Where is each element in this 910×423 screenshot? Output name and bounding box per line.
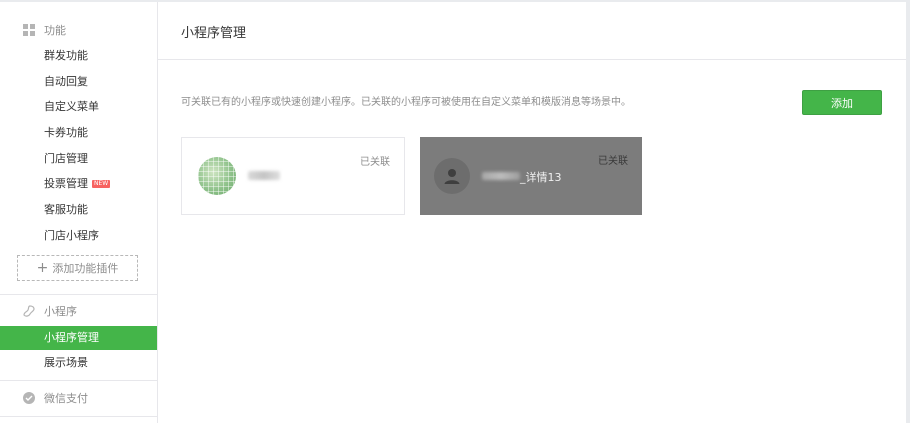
sidebar-item-label: 小程序管理 (44, 331, 99, 344)
sidebar-item-display-scenes[interactable]: 展示场景 (0, 351, 157, 375)
sidebar-divider (0, 416, 157, 417)
sidebar-item-label: 门店管理 (44, 152, 88, 165)
title-divider (158, 59, 906, 60)
miniprogram-group-header: 小程序 (22, 301, 77, 321)
miniprogram-card-selected[interactable]: _详情13 已关联 (420, 137, 642, 215)
sidebar-item-auto-reply[interactable]: 自动回复 (0, 70, 157, 94)
app-window: 功能 群发功能 自动回复 自定义菜单 卡券功能 门店管理 投票管理 NEW 客服功… (0, 2, 906, 423)
new-badge: NEW (92, 180, 111, 188)
sidebar-item-label: 卡券功能 (44, 126, 88, 139)
page-description: 可关联已有的小程序或快速创建小程序。已关联的小程序可被使用在自定义菜单和模版消息… (181, 97, 631, 108)
sidebar-divider (0, 294, 157, 295)
person-icon (434, 158, 470, 194)
wechat-pay-icon (22, 391, 36, 405)
add-button[interactable]: 添加 (802, 90, 882, 115)
sidebar-item-label: 客服功能 (44, 203, 88, 216)
sidebar-item-label: 群发功能 (44, 49, 88, 62)
miniprogram-group-label: 小程序 (44, 305, 77, 318)
sidebar-item-custom-menu[interactable]: 自定义菜单 (0, 95, 157, 119)
blurred-name (482, 172, 520, 180)
sidebar-item-label: 门店小程序 (44, 229, 99, 242)
main-content: 小程序管理 可关联已有的小程序或快速创建小程序。已关联的小程序可被使用在自定义菜… (158, 2, 906, 423)
miniprogram-name: _详情13 (520, 171, 562, 184)
sidebar-item-store-management[interactable]: 门店管理 (0, 147, 157, 171)
sidebar-item-customer-service[interactable]: 客服功能 (0, 198, 157, 222)
sidebar-item-miniprogram-management[interactable]: 小程序管理 (0, 326, 157, 350)
wechat-pay-label: 微信支付 (44, 392, 88, 405)
miniprogram-card[interactable]: 已关联 (181, 137, 405, 215)
page-title: 小程序管理 (181, 26, 247, 41)
sidebar-divider (0, 380, 157, 381)
sidebar-item-vote-management[interactable]: 投票管理 NEW (0, 172, 157, 196)
status-label: 已关联 (598, 156, 628, 167)
sidebar-item-label: 展示场景 (44, 356, 88, 369)
sidebar-item-label: 投票管理 (44, 177, 88, 190)
blurred-name (248, 171, 280, 180)
sidebar: 功能 群发功能 自动回复 自定义菜单 卡券功能 门店管理 投票管理 NEW 客服功… (0, 2, 158, 423)
add-plugin-label: 添加功能插件 (52, 262, 119, 275)
plus-icon: + (36, 260, 49, 276)
grid-icon (22, 23, 36, 37)
status-label: 已关联 (360, 157, 390, 168)
features-group-header: 功能 (22, 20, 66, 40)
qr-avatar (198, 157, 236, 195)
wechat-pay-group-header[interactable]: 微信支付 (22, 388, 88, 408)
sidebar-item-label: 自定义菜单 (44, 100, 99, 113)
sidebar-item-coupons[interactable]: 卡券功能 (0, 121, 157, 145)
features-group-label: 功能 (44, 24, 66, 37)
sidebar-item-store-miniprogram[interactable]: 门店小程序 (0, 224, 157, 248)
add-plugin-button[interactable]: + 添加功能插件 (17, 255, 138, 281)
miniprogram-icon (22, 304, 36, 318)
sidebar-item-mass-send[interactable]: 群发功能 (0, 44, 157, 68)
sidebar-item-label: 自动回复 (44, 75, 88, 88)
